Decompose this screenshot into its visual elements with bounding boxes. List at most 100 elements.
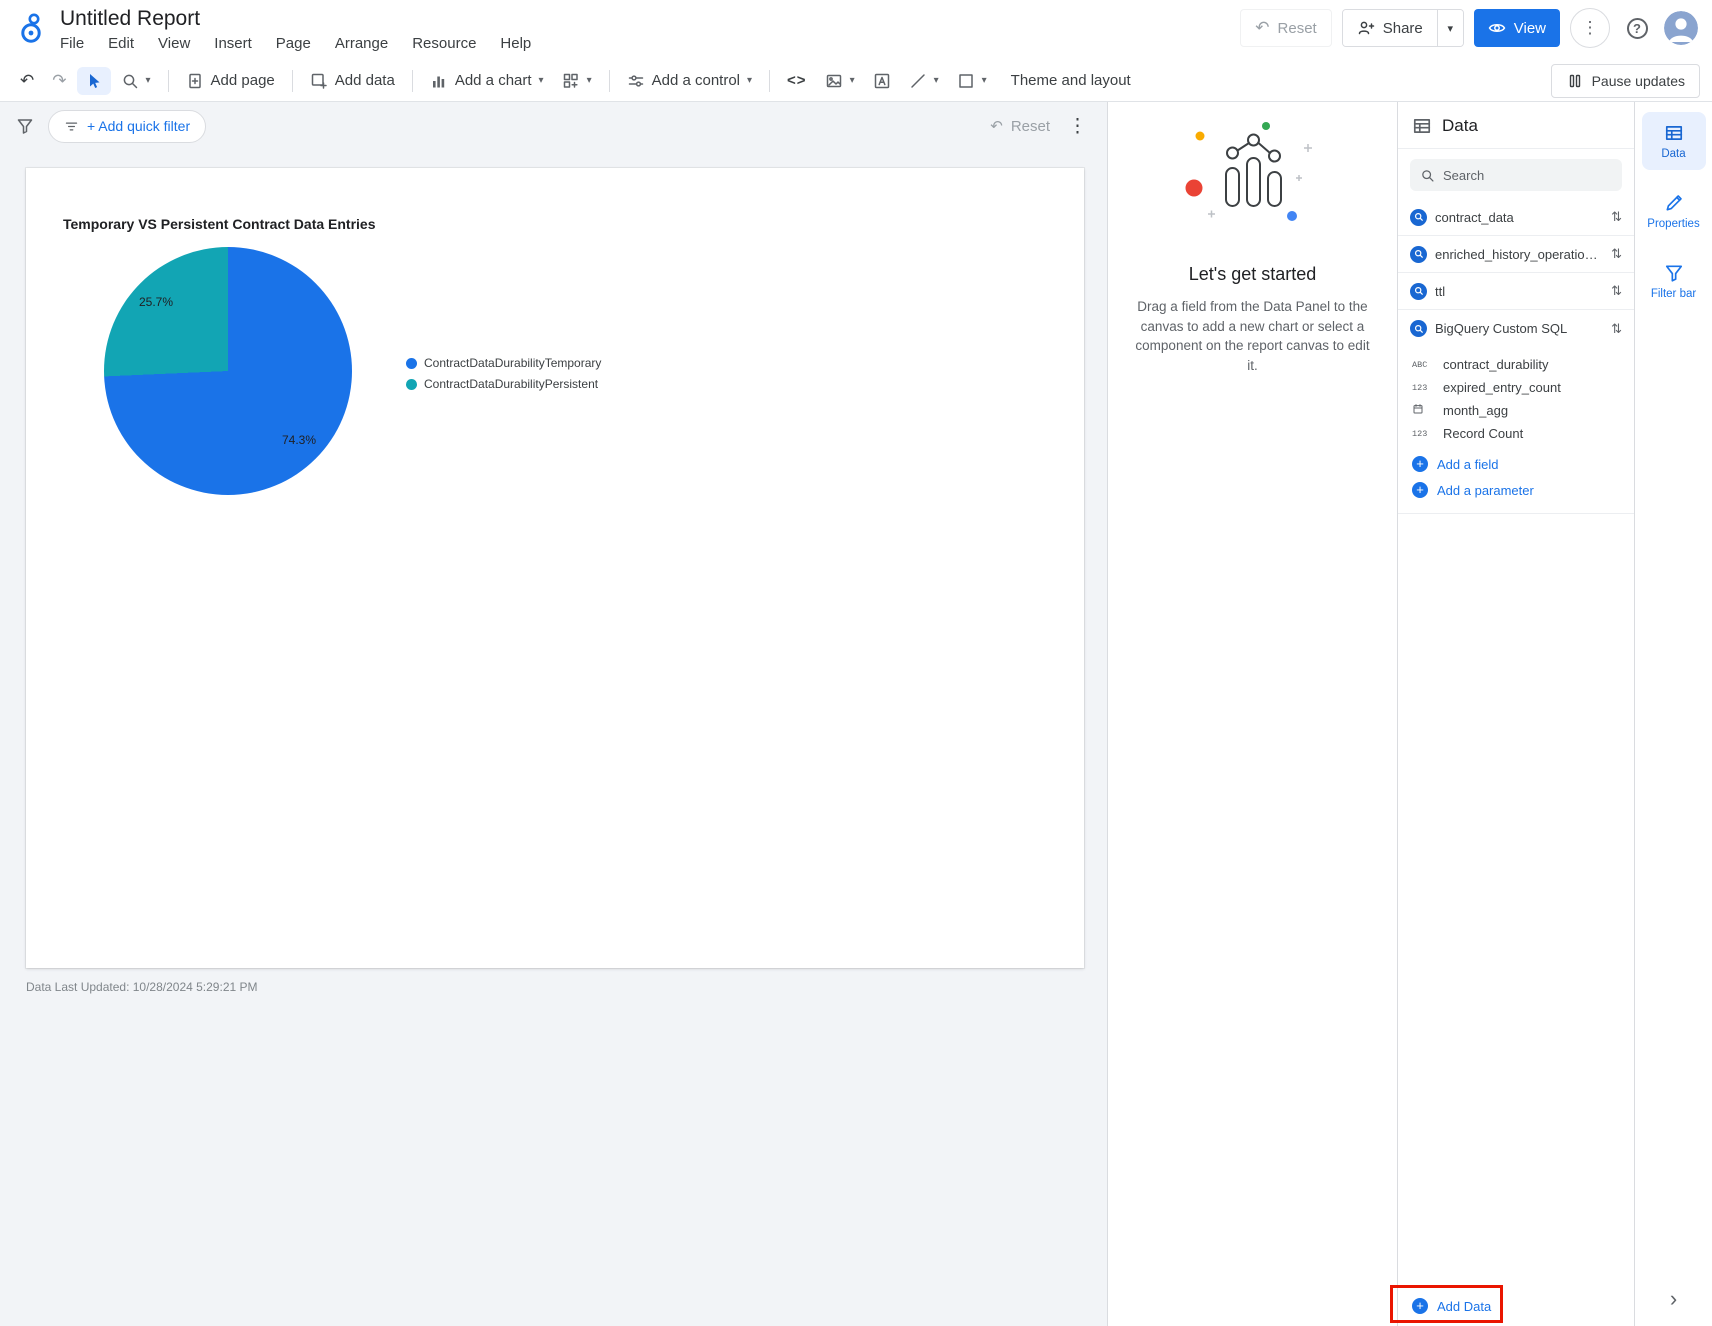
add-data-label: Add Data bbox=[1437, 1298, 1492, 1314]
share-button[interactable]: Share bbox=[1342, 10, 1437, 46]
report-page[interactable]: Temporary VS Persistent Contract Data En… bbox=[26, 168, 1084, 968]
sliders-icon bbox=[627, 72, 645, 90]
legend-swatch-blue bbox=[406, 357, 417, 369]
getting-started-title: Let's get started bbox=[1188, 264, 1317, 284]
cursor-icon bbox=[85, 72, 103, 90]
getting-started-illustration bbox=[1185, 122, 1312, 221]
insert-line-button[interactable]: ▾ bbox=[901, 67, 947, 95]
data-source-bigquery-custom-sql[interactable]: BigQuery Custom SQL ⇅ bbox=[1398, 310, 1634, 347]
tab-data[interactable]: Data bbox=[1641, 112, 1706, 170]
report-title[interactable]: Untitled Report bbox=[60, 6, 531, 32]
right-rail: Data Properties Filter bar › bbox=[1634, 102, 1712, 1326]
getting-started-body: Drag a field from the Data Panel to the … bbox=[1135, 299, 1370, 373]
search-input[interactable] bbox=[1443, 167, 1612, 183]
person-add-icon bbox=[1357, 19, 1375, 37]
embed-url-button[interactable]: <> bbox=[779, 67, 815, 94]
add-a-field-button[interactable]: + Add a field bbox=[1412, 451, 1634, 477]
menu-insert[interactable]: Insert bbox=[214, 35, 252, 52]
filter-reset-button[interactable]: ↶ Reset bbox=[990, 117, 1050, 136]
field-month-agg[interactable]: month_agg bbox=[1412, 399, 1634, 422]
looker-studio-logo-icon[interactable] bbox=[14, 6, 50, 50]
funnel-icon bbox=[16, 117, 34, 135]
add-data-button[interactable]: Add data bbox=[302, 67, 403, 95]
undo-button[interactable]: ↶ bbox=[12, 66, 42, 96]
help-button[interactable]: ? bbox=[1620, 11, 1654, 45]
menu-edit[interactable]: Edit bbox=[108, 35, 134, 52]
pie-slice-label-persistent: 25.7% bbox=[138, 295, 174, 309]
field-record-count[interactable]: 123 Record Count bbox=[1412, 422, 1634, 445]
menu-arrange[interactable]: Arrange bbox=[335, 35, 388, 52]
avatar[interactable] bbox=[1664, 11, 1698, 45]
quick-filter-bar: + Add quick filter ↶ Reset ⋮ bbox=[0, 102, 1107, 150]
community-visualizations-button[interactable]: ▾ bbox=[554, 67, 600, 95]
bigquery-icon bbox=[1410, 245, 1427, 263]
line-icon bbox=[909, 72, 927, 90]
menu-page[interactable]: Page bbox=[276, 35, 311, 52]
data-grid-icon bbox=[1664, 123, 1684, 143]
pause-icon bbox=[1566, 72, 1584, 90]
report-canvas-area: + Add quick filter ↶ Reset ⋮ Temporary V… bbox=[0, 102, 1107, 1326]
insert-shape-button[interactable]: ▾ bbox=[949, 67, 995, 95]
data-source-contract-data[interactable]: contract_data ⇅ bbox=[1398, 199, 1634, 236]
data-source-ttl[interactable]: ttl ⇅ bbox=[1398, 273, 1634, 310]
share-dropdown-button[interactable]: ▾ bbox=[1436, 10, 1463, 46]
image-icon bbox=[825, 72, 843, 90]
pie-slice-label-temporary: 74.3% bbox=[281, 433, 317, 447]
add-quick-filter-button[interactable]: + Add quick filter bbox=[48, 109, 207, 143]
plus-icon: + bbox=[1412, 1298, 1428, 1314]
theme-and-layout-button[interactable]: Theme and layout bbox=[1003, 67, 1139, 94]
field-expired-entry-count[interactable]: 123 expired_entry_count bbox=[1412, 376, 1634, 399]
menu-file[interactable]: File bbox=[60, 35, 84, 52]
select-tool-button[interactable] bbox=[76, 66, 111, 95]
data-search-box[interactable] bbox=[1410, 159, 1622, 191]
text-type-icon: ABC bbox=[1412, 359, 1428, 370]
pause-updates-label: Pause updates bbox=[1591, 72, 1685, 89]
add-chart-label: Add a chart bbox=[454, 72, 532, 89]
chevron-down-icon: ▾ bbox=[981, 75, 987, 86]
swap-vertical-icon[interactable]: ⇅ bbox=[1611, 283, 1622, 299]
search-icon bbox=[1420, 168, 1435, 183]
collapse-panel-chevron[interactable]: › bbox=[1670, 1288, 1677, 1310]
view-button[interactable]: View bbox=[1473, 9, 1560, 47]
funnel-icon bbox=[1664, 263, 1684, 283]
bigquery-icon bbox=[1410, 208, 1427, 226]
filter-lines-icon bbox=[64, 119, 79, 134]
theme-layout-label: Theme and layout bbox=[1010, 72, 1131, 89]
filter-bar-more-button[interactable]: ⋮ bbox=[1064, 115, 1091, 138]
field-contract-durability[interactable]: ABC contract_durability bbox=[1412, 353, 1634, 376]
add-a-parameter-button[interactable]: + Add a parameter bbox=[1412, 477, 1634, 503]
tab-filter-bar[interactable]: Filter bar bbox=[1642, 252, 1706, 310]
toolbar-divider bbox=[769, 69, 771, 92]
redo-button[interactable]: ↷ bbox=[44, 66, 74, 96]
swap-vertical-icon[interactable]: ⇅ bbox=[1611, 209, 1622, 225]
add-page-button[interactable]: Add page bbox=[178, 67, 283, 95]
menu-help[interactable]: Help bbox=[500, 35, 531, 52]
field-name: contract_durability bbox=[1443, 357, 1549, 372]
add-data-footer-button[interactable]: + Add Data bbox=[1412, 1298, 1620, 1314]
toolbar-divider bbox=[167, 69, 169, 92]
reset-button[interactable]: ↶ Reset bbox=[1240, 9, 1332, 47]
insert-text-button[interactable] bbox=[865, 67, 899, 95]
pause-updates-button[interactable]: Pause updates bbox=[1550, 63, 1700, 98]
insert-image-button[interactable]: ▾ bbox=[817, 67, 863, 95]
getting-started-panel: Let's get started Drag a field from the … bbox=[1107, 102, 1397, 1326]
pie-chart[interactable]: 25.7% 74.3% bbox=[104, 247, 352, 495]
data-source-enriched-history[interactable]: enriched_history_operations_sorob... ⇅ bbox=[1398, 236, 1634, 273]
menu-view[interactable]: View bbox=[158, 35, 190, 52]
undo-icon: ↶ bbox=[1255, 18, 1270, 37]
tab-filter-bar-label: Filter bar bbox=[1650, 287, 1697, 300]
menu-resource[interactable]: Resource bbox=[412, 35, 476, 52]
field-name: Record Count bbox=[1443, 426, 1524, 441]
add-control-button[interactable]: Add a control ▾ bbox=[619, 67, 760, 95]
undo-icon: ↶ bbox=[990, 118, 1003, 135]
swap-vertical-icon[interactable]: ⇅ bbox=[1611, 246, 1622, 262]
field-name: expired_entry_count bbox=[1443, 380, 1561, 395]
chevron-down-icon: ▾ bbox=[849, 75, 855, 86]
more-options-button[interactable]: ⋮ bbox=[1570, 8, 1610, 48]
add-data-icon bbox=[310, 72, 328, 90]
add-chart-button[interactable]: Add a chart ▾ bbox=[422, 67, 552, 95]
legend-item-temporary: ContractDataDurabilityTemporary bbox=[406, 356, 601, 370]
zoom-tool-button[interactable]: ▾ bbox=[113, 67, 159, 95]
collapse-icon[interactable]: ⇅ bbox=[1611, 321, 1622, 337]
tab-properties[interactable]: Properties bbox=[1642, 182, 1706, 240]
